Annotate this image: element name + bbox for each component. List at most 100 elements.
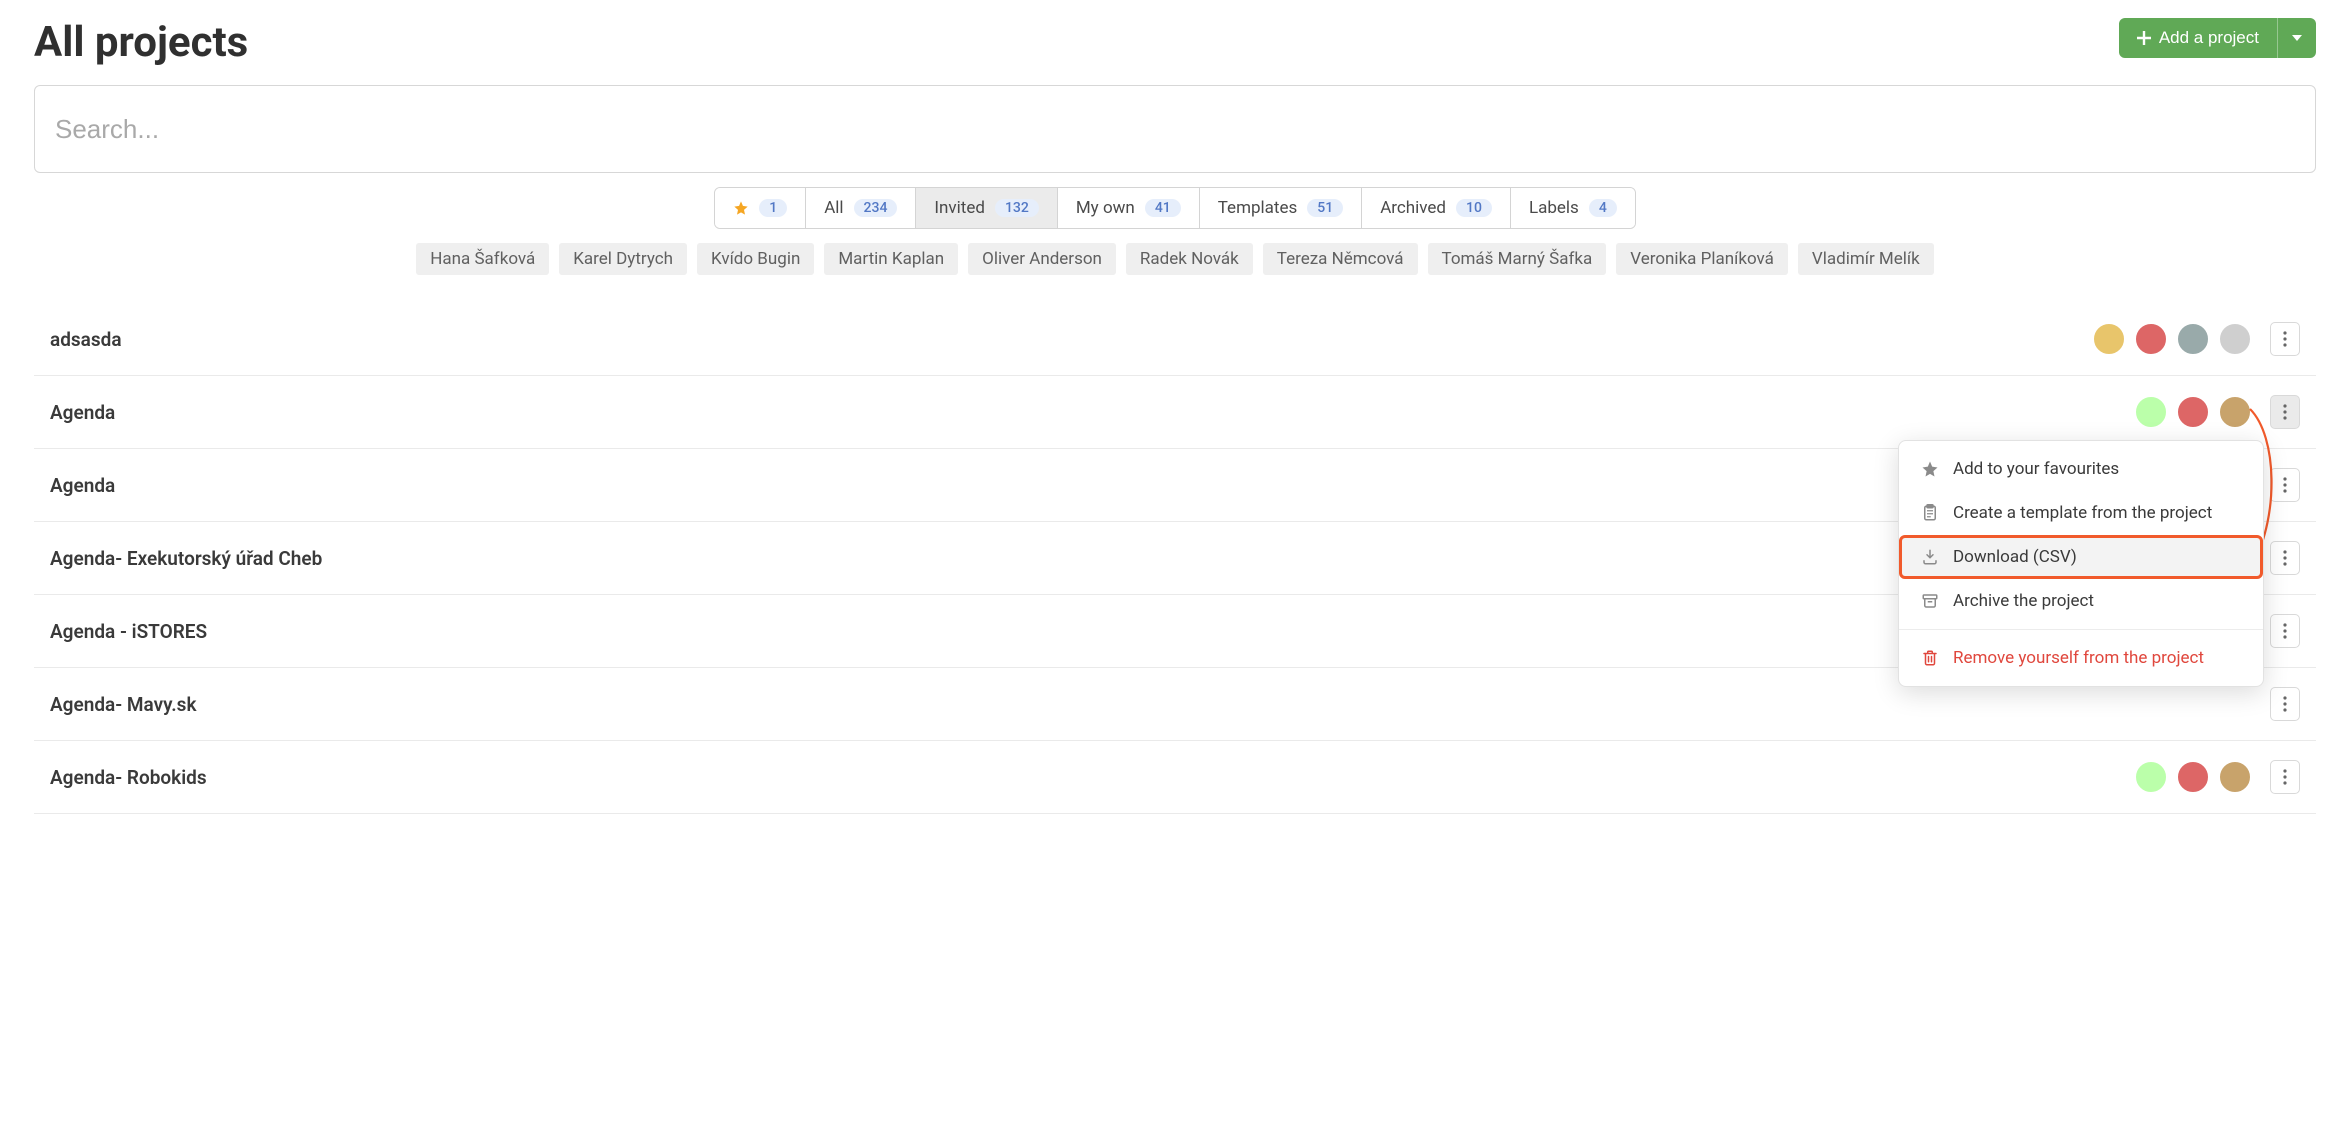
avatar[interactable]: [2218, 395, 2252, 429]
tab-archived[interactable]: Archived 10: [1362, 188, 1511, 228]
archive-icon: [1921, 592, 1939, 610]
avatar[interactable]: [2092, 322, 2126, 356]
project-row-right: [2270, 468, 2300, 502]
add-project-label: Add a project: [2159, 28, 2259, 48]
project-row[interactable]: Agenda- Robokids: [34, 741, 2316, 814]
project-more-button[interactable]: [2270, 760, 2300, 794]
more-vertical-icon: [2283, 696, 2287, 712]
more-vertical-icon: [2283, 550, 2287, 566]
tab-my-own[interactable]: My own 41: [1058, 188, 1200, 228]
project-name: Agenda- Exekutorský úřad Cheb: [50, 547, 322, 570]
project-row[interactable]: Agenda: [34, 376, 2316, 449]
avatar[interactable]: [2176, 395, 2210, 429]
project-name: Agenda - iSTORES: [50, 620, 207, 643]
download-icon: [1921, 548, 1939, 566]
tab-label: All: [824, 198, 843, 218]
dd-remove-self[interactable]: Remove yourself from the project: [1899, 636, 2263, 680]
avatar[interactable]: [2176, 760, 2210, 794]
dd-remove-label: Remove yourself from the project: [1953, 648, 2204, 668]
project-more-button[interactable]: [2270, 541, 2300, 575]
avatar[interactable]: [2176, 322, 2210, 356]
more-vertical-icon: [2283, 623, 2287, 639]
tab-count-badge: 41: [1145, 199, 1181, 217]
tab-templates[interactable]: Templates 51: [1200, 188, 1362, 228]
search-input[interactable]: [34, 85, 2316, 173]
add-project-button[interactable]: Add a project: [2119, 18, 2277, 58]
more-vertical-icon: [2283, 769, 2287, 785]
caret-down-icon: [2292, 35, 2302, 41]
dd-archive[interactable]: Archive the project: [1899, 579, 2263, 623]
star-icon: [733, 200, 749, 216]
tab-label: Labels: [1529, 198, 1579, 218]
project-row-right: [2134, 395, 2300, 429]
avatar[interactable]: [2218, 322, 2252, 356]
dd-download-csv[interactable]: Download (CSV): [1899, 535, 2263, 579]
person-chip[interactable]: Oliver Anderson: [968, 243, 1116, 275]
project-more-button[interactable]: [2270, 614, 2300, 648]
person-chip[interactable]: Kvído Bugin: [697, 243, 814, 275]
tab-count-badge: 234: [854, 199, 898, 217]
more-vertical-icon: [2283, 331, 2287, 347]
project-more-button[interactable]: [2270, 395, 2300, 429]
tab-count-badge: 132: [995, 199, 1039, 217]
project-row-right: [2270, 614, 2300, 648]
dd-template-label: Create a template from the project: [1953, 503, 2212, 523]
avatar[interactable]: [2218, 760, 2252, 794]
project-row-right: [2270, 687, 2300, 721]
dd-archive-label: Archive the project: [1953, 591, 2094, 611]
project-more-button[interactable]: [2270, 322, 2300, 356]
tab-count-badge: 4: [1589, 199, 1617, 217]
add-project-caret-button[interactable]: [2277, 18, 2316, 58]
dd-create-template[interactable]: Create a template from the project: [1899, 491, 2263, 535]
project-actions-dropdown: Add to your favourites Create a template…: [1898, 440, 2264, 687]
dd-download-label: Download (CSV): [1953, 547, 2077, 567]
dd-favourites-label: Add to your favourites: [1953, 459, 2119, 479]
person-chip[interactable]: Martin Kaplan: [824, 243, 958, 275]
project-name: Agenda: [50, 401, 115, 424]
project-name: Agenda- Mavy.sk: [50, 693, 196, 716]
project-row[interactable]: adsasda: [34, 303, 2316, 376]
project-more-button[interactable]: [2270, 687, 2300, 721]
tab-label: Templates: [1218, 198, 1298, 218]
project-name: adsasda: [50, 328, 122, 351]
person-chip[interactable]: Vladimír Melík: [1798, 243, 1934, 275]
more-vertical-icon: [2283, 404, 2287, 420]
clipboard-icon: [1921, 504, 1939, 522]
tab-count-badge: 10: [1456, 199, 1492, 217]
person-chip[interactable]: Hana Šafková: [416, 243, 549, 275]
tab-count-badge: 51: [1307, 199, 1343, 217]
filter-tabs: 1 All 234 Invited132 My own 41 Templates 51 Arch…: [714, 187, 1636, 229]
person-chip[interactable]: Karel Dytrych: [559, 243, 687, 275]
more-vertical-icon: [2283, 477, 2287, 493]
people-filter-row: Hana Šafková Karel Dytrych Kvído Bugin Mart…: [34, 243, 2316, 275]
star-icon: [1921, 460, 1939, 478]
avatar-group: [2092, 322, 2252, 356]
project-name: Agenda: [50, 474, 115, 497]
person-chip[interactable]: Tomáš Marný Šafka: [1428, 243, 1607, 275]
person-chip[interactable]: Tereza Němcová: [1263, 243, 1418, 275]
page-title: All projects: [34, 18, 248, 67]
tab-starred[interactable]: 1: [715, 188, 806, 228]
avatar-group: [2134, 760, 2252, 794]
person-chip[interactable]: Veronika Planíková: [1616, 243, 1788, 275]
tab-all[interactable]: All 234: [806, 188, 916, 228]
tab-label: My own: [1076, 198, 1135, 218]
tab-labels[interactable]: Labels 4: [1511, 188, 1635, 228]
plus-icon: [2137, 31, 2151, 45]
tab-count-badge: 1: [759, 199, 787, 217]
avatar[interactable]: [2134, 395, 2168, 429]
project-more-button[interactable]: [2270, 468, 2300, 502]
tab-label: Archived: [1380, 198, 1446, 218]
project-row-right: [2270, 541, 2300, 575]
avatar-group: [2134, 395, 2252, 429]
avatar[interactable]: [2134, 760, 2168, 794]
dd-add-favourites[interactable]: Add to your favourites: [1899, 447, 2263, 491]
project-row-right: [2092, 322, 2300, 356]
dd-separator: [1899, 629, 2263, 630]
person-chip[interactable]: Radek Novák: [1126, 243, 1253, 275]
trash-icon: [1921, 649, 1939, 667]
add-project-group: Add a project: [2119, 18, 2316, 58]
project-name: Agenda- Robokids: [50, 766, 207, 789]
tab-invited[interactable]: Invited132: [916, 188, 1057, 228]
avatar[interactable]: [2134, 322, 2168, 356]
